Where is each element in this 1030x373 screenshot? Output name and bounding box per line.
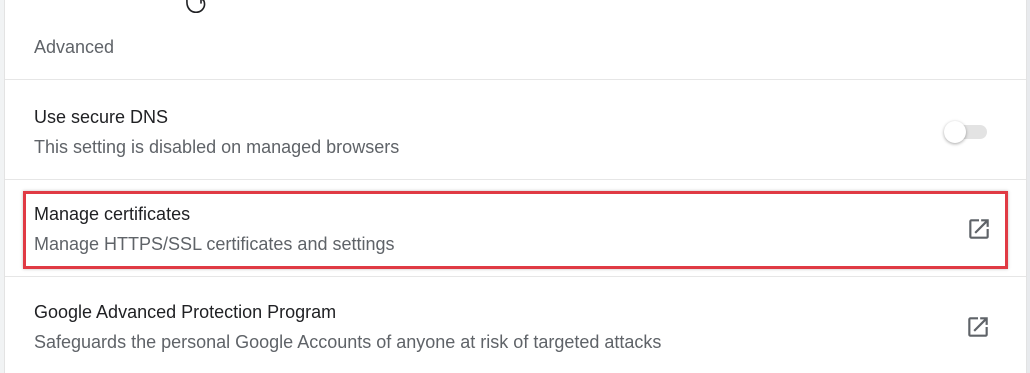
setting-row-advanced-protection[interactable]: Google Advanced Protection Program Safeg… <box>5 277 1026 373</box>
toggle-knob <box>944 121 966 143</box>
advanced-protection-subtitle: Safeguards the personal Google Accounts … <box>34 332 662 352</box>
manage-certificates-subtitle: Manage HTTPS/SSL certificates and settin… <box>34 234 395 254</box>
setting-row-manage-certificates[interactable]: Manage certificates Manage HTTPS/SSL cer… <box>5 180 1026 277</box>
manage-certificates-title: Manage certificates <box>34 204 191 224</box>
section-title: Advanced <box>34 37 115 57</box>
settings-panel: Advanced Use secure DNS This setting is … <box>4 0 1027 373</box>
secure-dns-toggle[interactable] <box>941 121 989 143</box>
secure-dns-subtitle: This setting is disabled on managed brow… <box>34 137 400 157</box>
advanced-section-header: Advanced <box>5 0 1026 80</box>
open-in-new-icon[interactable] <box>966 216 992 242</box>
setting-row-secure-dns: Use secure DNS This setting is disabled … <box>5 80 1026 180</box>
hand-cursor-icon <box>186 0 206 14</box>
secure-dns-title: Use secure DNS <box>34 107 169 127</box>
open-in-new-icon[interactable] <box>965 314 991 340</box>
advanced-protection-title: Google Advanced Protection Program <box>34 302 337 322</box>
